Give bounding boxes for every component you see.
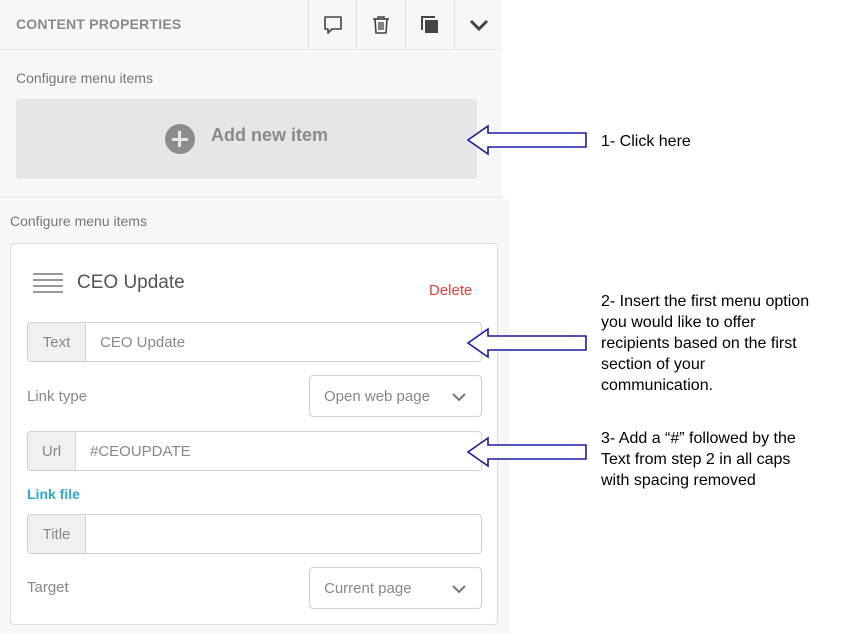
annotation-step-3-line: 3- Add a “#” followed by the [601, 430, 796, 447]
trash-icon [372, 15, 389, 34]
chevron-down-icon [469, 19, 488, 31]
link-file-link[interactable]: Link file [27, 486, 80, 502]
text-field-label: Text [28, 323, 86, 361]
annotation-step-2-line: recipients based on the first [601, 335, 797, 352]
target-label: Target [27, 579, 69, 596]
chevron-down-icon [452, 393, 466, 402]
duplicate-icon [420, 15, 438, 33]
annotation-step-2-line: 2- Insert the first menu option [601, 293, 810, 310]
url-field-label: Url [28, 432, 76, 470]
target-select[interactable]: Current page [309, 567, 482, 609]
panel-title: CONTENT PROPERTIES [16, 16, 182, 32]
link-type-label: Link type [27, 388, 88, 405]
text-field-value[interactable]: CEO Update [100, 323, 185, 361]
title-field[interactable]: Title [27, 514, 482, 554]
annotation-step-2-line: section of your [601, 356, 706, 373]
drag-handle-icon[interactable] [33, 273, 63, 297]
annotation-step-3-line: with spacing removed [601, 472, 756, 489]
delete-block-button[interactable] [356, 0, 404, 49]
annotation-step-1: 1- Click here [601, 133, 691, 150]
delete-item-link[interactable]: Delete [429, 282, 472, 299]
chevron-down-icon [452, 585, 466, 594]
menu-item-title: CEO Update [77, 272, 185, 293]
link-type-value: Open web page [324, 387, 430, 405]
section-label: Configure menu items [16, 70, 153, 86]
plus-circle-icon [164, 124, 195, 154]
content-properties-header: CONTENT PROPERTIES [0, 0, 502, 50]
url-field-value[interactable]: #CEOUPDATE [90, 432, 191, 470]
annotation-step-2: 2- Insert the first menu option you woul… [601, 291, 809, 396]
add-new-item-button[interactable]: Add new item [16, 99, 477, 179]
annotation-step-2-line: you would like to offer [601, 314, 756, 331]
menu-items-section-expanded: Configure menu items CEO Update Delete T… [0, 199, 510, 634]
comment-icon [323, 15, 342, 34]
annotation-arrow-2 [466, 327, 587, 359]
annotation-arrow-3 [466, 436, 587, 468]
url-field[interactable]: Url #CEOUPDATE [27, 431, 482, 471]
title-field-label: Title [28, 515, 86, 553]
collapse-button[interactable] [454, 0, 502, 49]
annotation-step-2-line: communication. [601, 377, 714, 394]
annotation-step-3-line: Text from step 2 in all caps [601, 451, 791, 468]
annotation-arrow-1 [466, 124, 587, 156]
section-label: Configure menu items [10, 213, 147, 229]
link-type-select[interactable]: Open web page [309, 375, 482, 417]
menu-items-section-collapsed: Configure menu items Add new item [0, 51, 502, 198]
menu-item-card: CEO Update Delete Text CEO Update Link t… [10, 243, 498, 625]
comment-button[interactable] [308, 0, 356, 49]
duplicate-button[interactable] [405, 0, 453, 49]
text-field[interactable]: Text CEO Update [27, 322, 482, 362]
annotation-step-3: 3- Add a “#” followed by the Text from s… [601, 428, 796, 491]
target-value: Current page [324, 579, 412, 597]
add-new-item-label: Add new item [210, 124, 328, 145]
